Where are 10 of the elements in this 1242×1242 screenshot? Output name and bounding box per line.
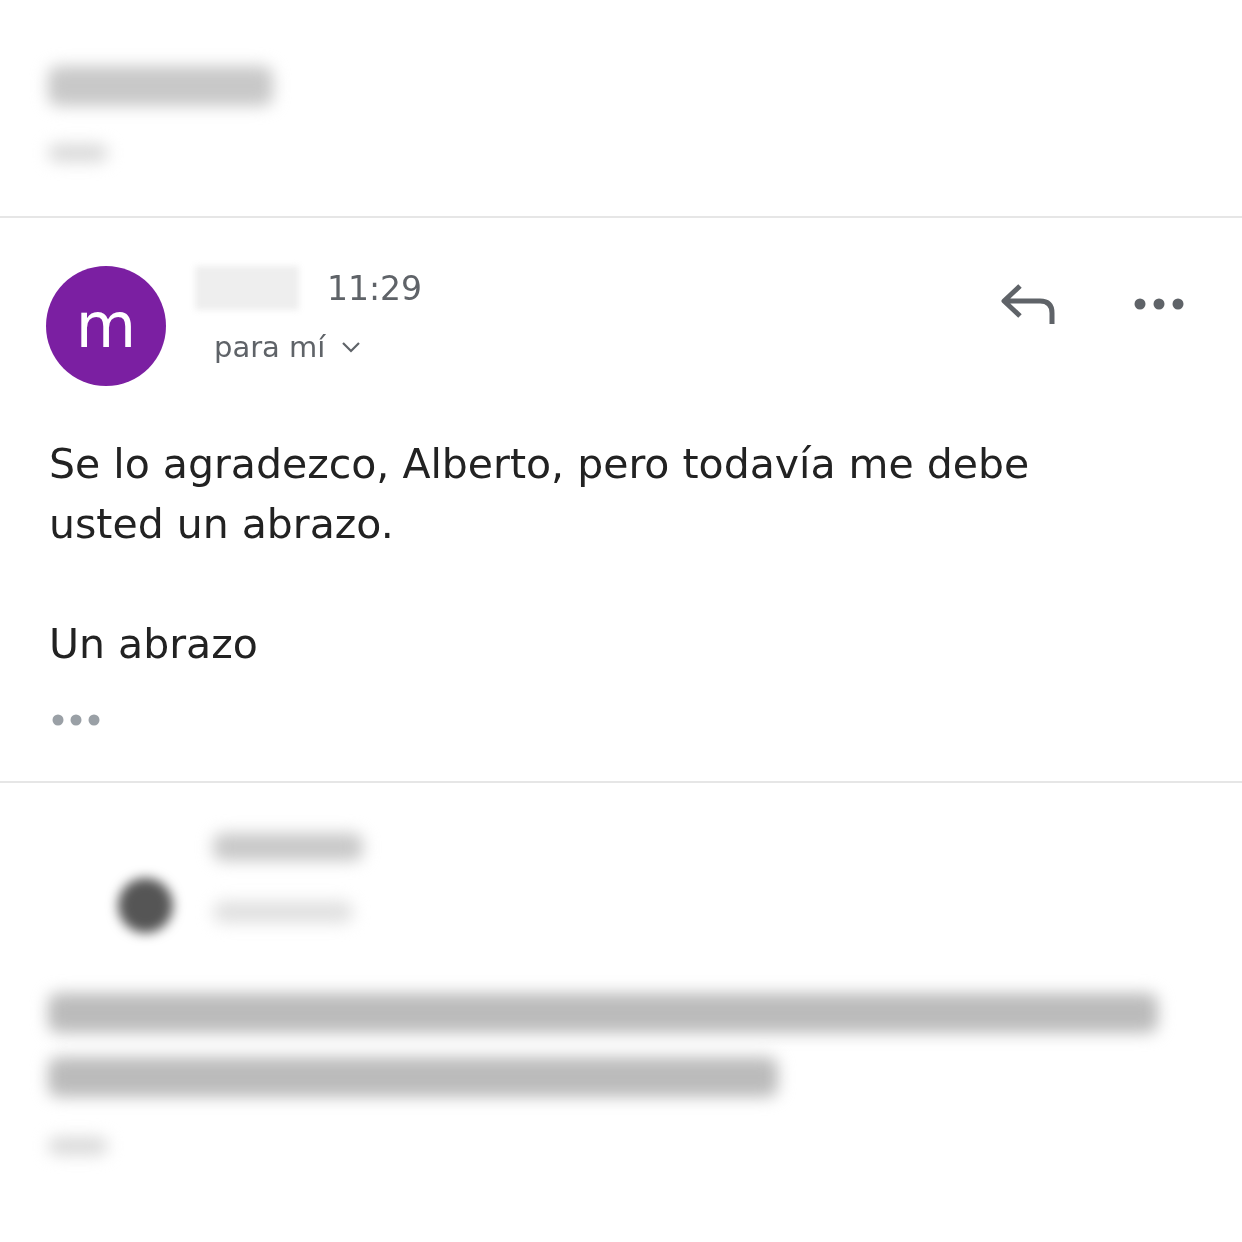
message-text: Se lo agradezco, Alberto, pero todavía me debe usted un abrazo.: [49, 439, 1031, 550]
message-text: Un abrazo: [49, 619, 259, 670]
chevron-down-icon: [341, 341, 362, 353]
more-icon[interactable]: [1134, 298, 1184, 310]
show-trimmed-icon[interactable]: [52, 714, 102, 726]
reply-icon[interactable]: [1000, 282, 1056, 326]
blurred-avatar: [118, 878, 173, 933]
recipient-dropdown[interactable]: para mí: [214, 330, 362, 364]
message-time: 11:29: [327, 268, 423, 308]
avatar: m: [46, 266, 166, 386]
